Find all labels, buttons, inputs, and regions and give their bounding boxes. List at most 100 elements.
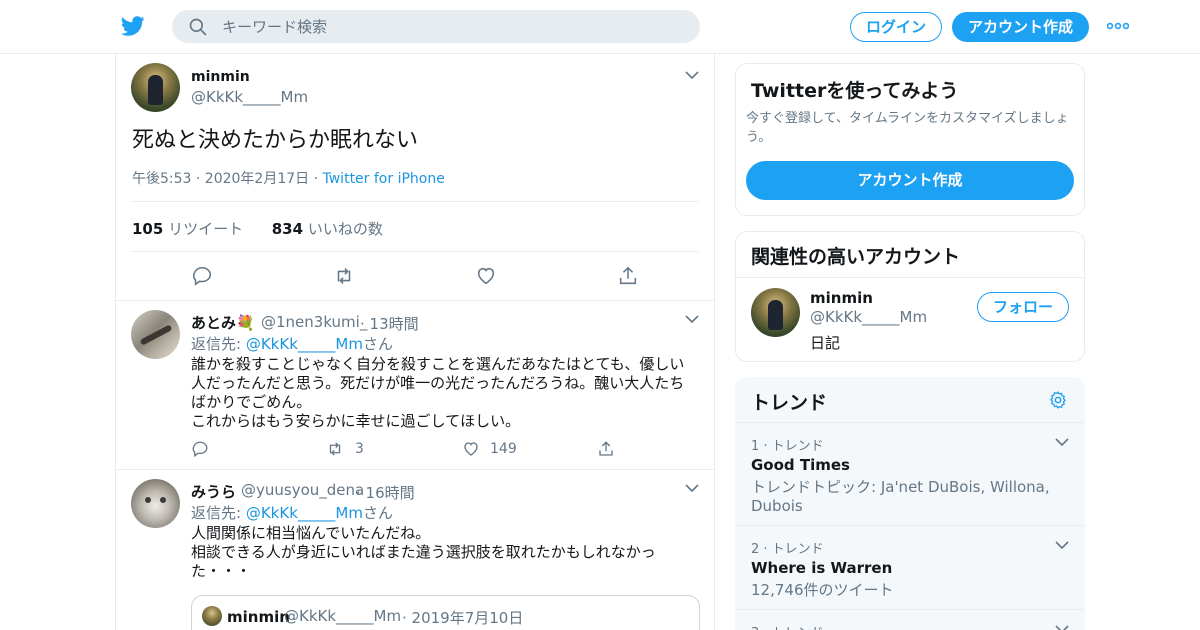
tweet-stats: 105 リツイート 834 いいねの数 — [132, 218, 383, 239]
bouquet-emoji: 💐 — [236, 314, 255, 332]
chevron-down-icon[interactable] — [685, 314, 699, 324]
tweet-source-link[interactable]: Twitter for iPhone — [323, 171, 445, 187]
chevron-down-icon[interactable] — [685, 483, 699, 493]
trend-description-line: トレンドトピック: Ja'net DuBois, Willona, — [751, 478, 1050, 496]
avatar[interactable] — [131, 479, 180, 528]
reply-text-line: ばかりでごめん。 — [191, 393, 312, 411]
avatar[interactable] — [131, 63, 180, 112]
signup-card-description: 今すぐ登録して、タイムラインをカスタマイズしましょ う。 — [746, 109, 1069, 147]
reply-text-line: 人間関係に相当悩んでいたんだね。 — [191, 524, 431, 542]
avatar[interactable] — [131, 310, 180, 359]
quoted-author-handle: @KkKk_____Mm — [284, 607, 402, 625]
related-accounts-card: 関連性の高いアカウント minmin @KkKk_____Mm 日記 フォロー — [735, 231, 1085, 362]
author-name[interactable]: みうら — [191, 481, 236, 502]
tweet-meta: 午後5:53 · 2020年2月17日 · Twitter for iPhone — [132, 168, 445, 188]
login-button[interactable]: ログイン — [850, 12, 942, 42]
reply-timestamp[interactable]: · 16時間 — [356, 482, 415, 503]
divider — [736, 277, 1084, 278]
chevron-down-icon[interactable] — [685, 70, 699, 80]
author-name-text: あとみ — [191, 314, 237, 332]
author-name[interactable]: あとみ💐 — [191, 312, 255, 333]
trend-rank: 2 · トレンド — [751, 542, 824, 557]
trend-rank: 1 · トレンド — [751, 439, 824, 454]
signup-card: Twitterを使ってみよう 今すぐ登録して、タイムラインをカスタマイズしましょ… — [735, 63, 1085, 216]
reply-to-link[interactable]: @KkKk_____Mm — [246, 335, 363, 353]
trend-item[interactable]: 3 · トレンド — [735, 610, 1085, 630]
author-handle[interactable]: @KkKk_____Mm — [191, 88, 308, 106]
author-handle[interactable]: @yuusyou_dena — [241, 481, 364, 499]
reply-to-label: 返信先: — [191, 335, 242, 353]
reply-to: 返信先: @KkKk_____Mmさん — [191, 333, 393, 354]
trend-description: トレンドトピック: Ja'net DuBois, Willona, Dubois — [751, 478, 1051, 516]
follow-button[interactable]: フォロー — [977, 292, 1069, 322]
trend-description: 12,746件のツイート — [751, 581, 894, 599]
chevron-down-icon[interactable] — [1055, 437, 1069, 447]
description-line: 今すぐ登録して、タイムラインをカスタマイズしましょ — [746, 111, 1069, 126]
description-line: う。 — [746, 130, 772, 145]
trends-card: トレンド 1 · トレンド Good Times トレンドトピック: Ja'ne… — [735, 377, 1085, 630]
gear-icon[interactable] — [1048, 390, 1068, 410]
share-icon[interactable] — [617, 265, 639, 287]
retweet-count: 3 — [355, 441, 364, 457]
more-icon[interactable] — [1107, 22, 1129, 30]
trend-item[interactable]: 2 · トレンド Where is Warren 12,746件のツイート — [735, 526, 1085, 610]
reply-icon[interactable] — [191, 265, 213, 287]
top-header: ログイン アカウント作成 — [0, 0, 1200, 54]
trend-description-line: Dubois — [751, 497, 803, 515]
meta-separator: · — [313, 171, 319, 187]
retweet-icon[interactable] — [333, 265, 355, 287]
tweet-timestamp[interactable]: 午後5:53 · 2020年2月17日 — [132, 171, 309, 187]
retweet-stat[interactable]: 105 リツイート — [132, 220, 243, 238]
timeline-column: minmin @KkKk_____Mm 死ぬと決めたからか眠れない 午後5:53… — [115, 54, 715, 630]
tweet-text: 死ぬと決めたからか眠れない — [132, 128, 419, 153]
reply-to-link[interactable]: @KkKk_____Mm — [246, 504, 363, 522]
reply-text: 人間関係に相当悩んでいたんだね。 相談できる人が身近にいればまた違う選択肢を取れ… — [191, 524, 691, 581]
trend-rank: 3 · トレンド — [751, 622, 824, 630]
chevron-down-icon[interactable] — [1055, 624, 1069, 630]
reply-text-line: これからはもう安らかに幸せに過ごしてほしい。 — [191, 412, 521, 430]
related-account-bio: 日記 — [810, 334, 841, 352]
search-box[interactable] — [172, 10, 700, 43]
author-handle[interactable]: @1nen3kumi_ — [261, 313, 367, 331]
like-count: 834 — [271, 220, 304, 238]
divider — [131, 201, 699, 202]
author-name[interactable]: minmin — [191, 69, 250, 85]
related-account-handle[interactable]: @KkKk_____Mm — [810, 308, 927, 326]
twitter-logo-icon[interactable] — [119, 14, 147, 38]
avatar — [202, 606, 222, 626]
like-icon[interactable] — [462, 440, 480, 458]
trends-title: トレンド — [751, 392, 828, 414]
reply-text-line: 人だったんだと思う。死だけが唯一の光だったんだろうね。醜い大人たち — [191, 374, 685, 392]
reply-to-suffix: さん — [362, 504, 393, 522]
reply-icon[interactable] — [191, 440, 209, 458]
avatar[interactable] — [751, 288, 800, 337]
like-stat[interactable]: 834 いいねの数 — [272, 220, 383, 238]
signup-card-button[interactable]: アカウント作成 — [746, 161, 1074, 200]
retweet-stat-label: リツイート — [168, 220, 244, 238]
chevron-down-icon[interactable] — [1055, 540, 1069, 550]
retweet-count: 105 — [132, 220, 164, 238]
quoted-date: · 2019年7月10日 — [402, 609, 524, 627]
signup-button[interactable]: アカウント作成 — [952, 12, 1089, 42]
divider — [116, 469, 714, 470]
quoted-author-name: minmin — [227, 608, 290, 626]
quoted-tweet[interactable]: minmin @KkKk_____Mm · 2019年7月10日 — [191, 595, 700, 630]
share-icon[interactable] — [597, 440, 615, 458]
trend-item[interactable]: 1 · トレンド Good Times トレンドトピック: Ja'net DuB… — [735, 423, 1085, 525]
divider — [131, 251, 699, 252]
signup-card-title: Twitterを使ってみよう — [751, 80, 959, 102]
retweet-icon[interactable] — [326, 440, 344, 458]
reply-to: 返信先: @KkKk_____Mmさん — [191, 502, 393, 523]
like-count: 149 — [490, 441, 517, 457]
search-input[interactable] — [222, 10, 682, 43]
reply-text: 誰かを殺すことじゃなく自分を殺すことを選んだあなたはとても、優しい 人だったんだ… — [191, 355, 691, 431]
reply-text-line: 相談できる人が身近にいればまた違う選択肢を取れたかもしれなかっ — [191, 543, 656, 561]
related-accounts-title: 関連性の高いアカウント — [751, 246, 961, 268]
trend-name: Where is Warren — [751, 559, 893, 577]
related-account-name[interactable]: minmin — [810, 289, 873, 307]
trend-name: Good Times — [751, 456, 850, 474]
reply-text-line: 誰かを殺すことじゃなく自分を殺すことを選んだあなたはとても、優しい — [191, 355, 685, 373]
like-icon[interactable] — [475, 265, 497, 287]
like-stat-label: いいねの数 — [307, 220, 383, 238]
reply-timestamp[interactable]: · 13時間 — [360, 313, 419, 334]
